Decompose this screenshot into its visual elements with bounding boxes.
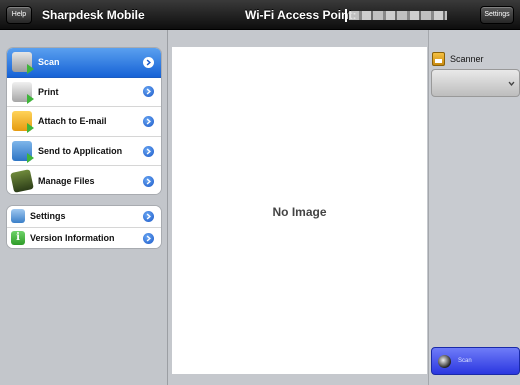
sidebar-item-label: Version Information [30,233,115,244]
chevron-right-icon[interactable] [143,175,154,187]
sidebar: Scan Print Attach to E-mail Send to Appl… [0,30,168,385]
sidebar-item-version-information[interactable]: i Version Information [7,227,161,248]
sidebar-item-attach-email[interactable]: Attach to E-mail [7,107,161,137]
sidebar-item-label: Settings [30,211,66,222]
sidebar-item-label: Scan [38,57,60,68]
wifi-access-point-value-redacted [349,11,447,20]
scan-button-label: Scan [458,358,472,364]
chevron-right-icon[interactable] [143,86,154,98]
sidebar-item-label: Attach to E-mail [38,116,107,127]
chevron-right-icon[interactable] [143,210,154,222]
scanner-icon [432,52,445,66]
chevron-right-icon[interactable] [143,56,154,68]
settings-button[interactable]: Settings [480,6,514,24]
scan-button[interactable]: Scan [431,347,520,375]
help-button[interactable]: Help [6,6,32,24]
scanner-select-dropdown[interactable] [431,69,520,97]
gear-icon [11,209,25,224]
info-icon: i [11,231,25,246]
sidebar-item-label: Print [38,86,59,97]
sidebar-item-scan[interactable]: Scan [7,48,161,78]
folder-icon [10,169,34,194]
sidebar-item-print[interactable]: Print [7,77,161,108]
main-menu-group: Scan Print Attach to E-mail Send to Appl… [6,47,162,195]
no-image-placeholder: No Image [272,205,327,219]
sidebar-item-settings[interactable]: Settings [7,206,161,228]
text-cursor [345,9,347,22]
wifi-access-point-label: Wi-Fi Access Point: [245,8,357,22]
scan-start-icon [438,354,451,368]
app-title: Sharpdesk Mobile [42,8,145,22]
scan-icon [12,52,34,75]
sidebar-item-label: Manage Files [38,176,95,187]
print-icon [12,81,34,104]
mail-icon [12,111,34,134]
scan-settings-panel: Scanner Scan [428,30,520,385]
top-toolbar: Help Sharpdesk Mobile Wi-Fi Access Point… [0,0,520,30]
scanner-header: Scanner [432,52,484,66]
send-icon [12,141,34,164]
chevron-right-icon[interactable] [143,115,154,127]
scanner-label: Scanner [450,54,484,64]
secondary-menu-group: Settings i Version Information [6,205,162,249]
chevron-right-icon[interactable] [143,232,154,244]
scan-preview-area: No Image [172,47,427,374]
sidebar-item-send-to-application[interactable]: Send to Application [7,136,161,167]
sidebar-item-label: Send to Application [38,146,123,157]
chevron-right-icon[interactable] [143,145,154,157]
sidebar-item-manage-files[interactable]: Manage Files [7,166,161,194]
chevron-down-icon [508,81,515,86]
